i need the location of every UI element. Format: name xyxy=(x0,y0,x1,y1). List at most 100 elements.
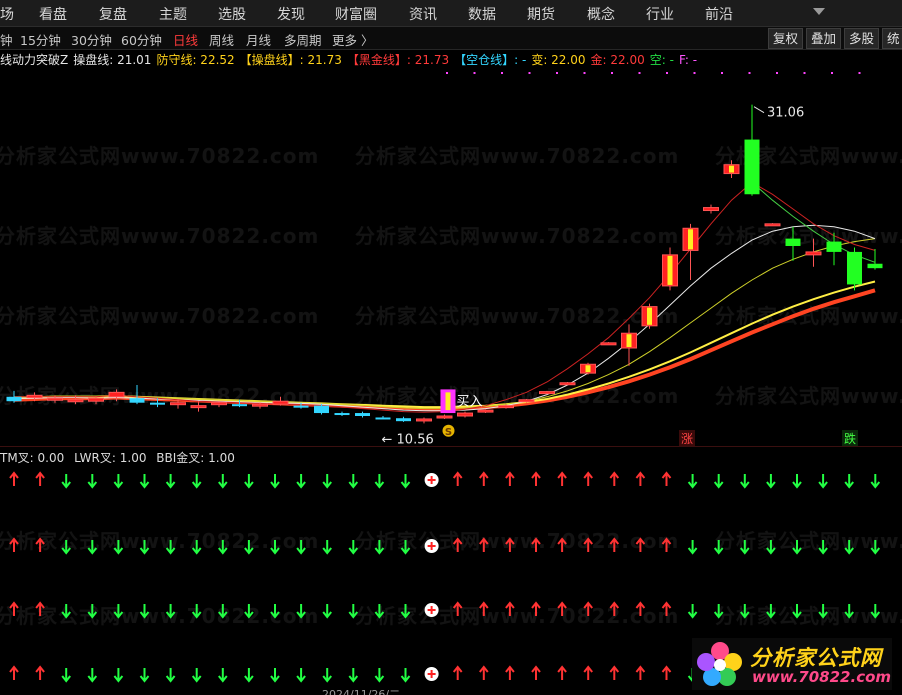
indicator-value-0: 线动力突破Z xyxy=(0,53,69,67)
down-arrow-icon xyxy=(296,668,306,683)
candle xyxy=(847,247,862,291)
candle-body xyxy=(600,342,617,346)
moving-average-line-3 xyxy=(14,224,876,412)
period-60min[interactable]: 60分钟 xyxy=(121,30,162,49)
down-arrow-icon xyxy=(400,604,411,619)
logo-url: www.70822.com xyxy=(752,668,892,686)
down-arrow-icon xyxy=(713,474,724,489)
signal-dot xyxy=(831,72,833,74)
candle-body xyxy=(416,418,432,422)
period-weekly[interactable]: 周线 xyxy=(209,30,234,49)
menu-item-发现[interactable]: 发现 xyxy=(277,4,305,24)
candle-body xyxy=(170,402,186,406)
candle-body xyxy=(436,415,453,419)
high-pointer xyxy=(753,106,765,114)
candle xyxy=(334,411,350,416)
up-arrow-icon xyxy=(505,471,515,486)
candle-body xyxy=(477,409,494,413)
up-arrow-icon xyxy=(531,601,541,616)
signal-dot xyxy=(556,72,558,74)
overlay-button[interactable]: 叠加 xyxy=(806,28,842,49)
down-arrow-icon xyxy=(740,540,750,555)
buy-label: 买入 xyxy=(457,395,483,410)
down-arrow-icon xyxy=(844,474,854,489)
candle-body xyxy=(867,263,883,269)
candle xyxy=(559,382,576,386)
period-15min[interactable]: 15分钟 xyxy=(20,30,61,49)
up-arrow-icon xyxy=(479,471,489,486)
down-arrow-icon xyxy=(687,540,698,555)
rise-badge: 涨 xyxy=(679,430,695,446)
menu-dropdown-icon[interactable] xyxy=(813,8,825,15)
candle xyxy=(355,411,370,418)
lwr-cross-value: LWR叉: 1.00 xyxy=(74,451,147,465)
down-arrow-icon xyxy=(687,604,698,619)
menu-item-数据[interactable]: 数据 xyxy=(468,4,496,24)
period-multi[interactable]: 多周期 xyxy=(284,30,322,49)
candlestick-chart[interactable]: 31.06 ← 10.56 买入 S 涨 跌 xyxy=(0,70,902,446)
up-arrow-icon xyxy=(557,537,567,552)
signal-dot xyxy=(446,72,448,74)
candle-body xyxy=(108,391,125,398)
menu-item-期货[interactable]: 期货 xyxy=(527,4,555,24)
cross-signal-icon xyxy=(424,667,439,681)
indicator-value-3: 【操盘线】: 21.73 xyxy=(239,53,342,67)
period-monthly[interactable]: 月线 xyxy=(246,30,271,49)
candle-body xyxy=(518,399,535,403)
period-minute[interactable]: 钟 xyxy=(0,30,13,49)
period-bar: 钟 15分钟 30分钟 60分钟 日线 周线 月线 多周期 更多 〉 复权 叠加… xyxy=(0,27,902,50)
menu-item-0[interactable]: 场 xyxy=(0,4,14,24)
menu-item-前沿[interactable]: 前沿 xyxy=(705,4,733,24)
up-arrow-icon xyxy=(635,601,646,616)
menu-item-主题[interactable]: 主题 xyxy=(159,4,187,24)
candle-core xyxy=(626,334,632,347)
candle-body xyxy=(314,405,329,414)
down-arrow-icon xyxy=(87,668,98,683)
indicator-value-9: F: - xyxy=(678,53,698,67)
indicator-value-1: 操盘线: 21.01 xyxy=(73,53,152,67)
stats-button[interactable]: 统 xyxy=(882,28,902,49)
down-arrow-icon xyxy=(296,474,306,489)
down-arrow-icon xyxy=(766,540,776,555)
up-arrow-icon xyxy=(583,601,593,616)
down-arrow-icon xyxy=(374,668,385,683)
down-arrow-icon xyxy=(218,540,228,555)
up-arrow-icon xyxy=(609,471,620,486)
menu-item-概念[interactable]: 概念 xyxy=(587,4,615,24)
down-arrow-icon xyxy=(244,474,254,489)
signal-dot xyxy=(803,72,806,74)
signal-dot xyxy=(638,72,641,74)
menu-item-复盘[interactable]: 复盘 xyxy=(99,4,127,24)
menu-item-资讯[interactable]: 资讯 xyxy=(409,4,437,24)
candle-body xyxy=(498,405,514,409)
multi-stock-button[interactable]: 多股 xyxy=(844,28,880,49)
down-arrow-icon xyxy=(792,540,802,555)
down-arrow-icon xyxy=(322,540,332,555)
candle-body xyxy=(703,207,719,212)
period-daily[interactable]: 日线 xyxy=(173,30,198,49)
candle-body xyxy=(457,412,473,417)
candle-body xyxy=(88,397,104,402)
up-arrow-icon xyxy=(583,471,593,486)
low-price-label: ← 10.56 xyxy=(382,432,434,446)
signal-dot xyxy=(528,72,531,74)
indicator-readout: 线动力突破Z 操盘线: 21.01 防守线: 22.52 【操盘线】: 21.73 【黑… xyxy=(0,51,902,69)
candle xyxy=(805,238,822,267)
candle xyxy=(621,324,637,366)
up-arrow-icon xyxy=(661,537,672,552)
menu-item-看盘[interactable]: 看盘 xyxy=(39,4,67,24)
down-arrow-icon xyxy=(165,540,176,555)
up-arrow-icon xyxy=(35,471,45,486)
menu-item-选股[interactable]: 选股 xyxy=(218,4,246,24)
down-arrow-icon xyxy=(296,604,306,619)
restore-rights-button[interactable]: 复权 xyxy=(768,28,804,49)
down-arrow-icon xyxy=(191,540,202,555)
period-30min[interactable]: 30分钟 xyxy=(71,30,112,49)
candle xyxy=(703,204,719,214)
menu-item-行业[interactable]: 行业 xyxy=(646,4,674,24)
period-more[interactable]: 更多 〉 xyxy=(332,30,373,49)
candle-body xyxy=(744,139,760,195)
menu-item-财富圈[interactable]: 财富圈 xyxy=(335,4,377,24)
down-arrow-icon xyxy=(870,540,881,555)
moving-average-line-1 xyxy=(13,280,876,409)
